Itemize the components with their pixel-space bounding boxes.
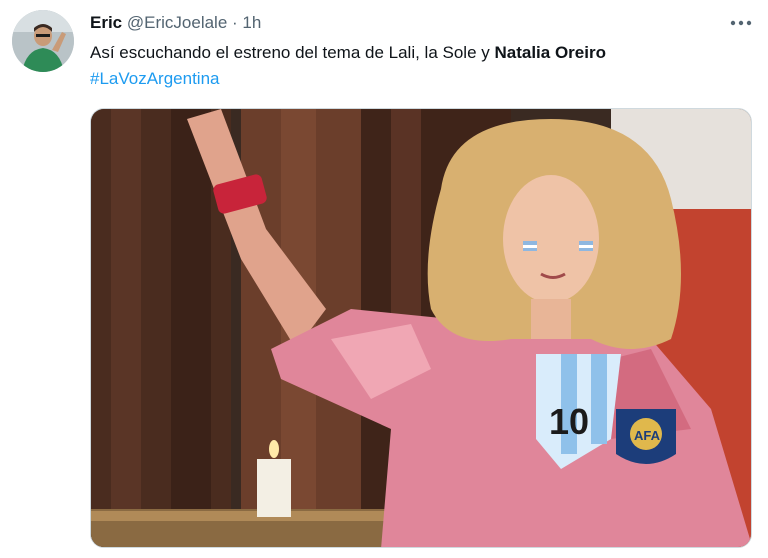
separator-dot: · [232,13,238,32]
tweet-header: Eric @EricJoelale · 1h [90,12,261,34]
tweet-text-body: Así escuchando el estreno del tema de La… [90,43,495,62]
more-horizontal-icon [730,20,752,26]
crest-text: AFA [634,428,661,443]
author-handle[interactable]: @EricJoelale [127,13,227,32]
tweet-time[interactable]: 1h [242,13,261,32]
avatar[interactable] [12,10,74,72]
tweet-card: Eric @EricJoelale · 1h Así escuchando el… [0,0,768,558]
author-name[interactable]: Eric [90,13,122,32]
tweet-media-image[interactable]: 10 AFA [90,108,752,548]
hashtag-link[interactable]: #LaVozArgentina [90,69,220,88]
tweet-text-bold: Natalia Oreiro [494,43,606,62]
jersey-number: 10 [549,401,589,442]
more-button[interactable] [728,10,754,36]
tweet-text: Así escuchando el estreno del tema de La… [90,40,750,92]
